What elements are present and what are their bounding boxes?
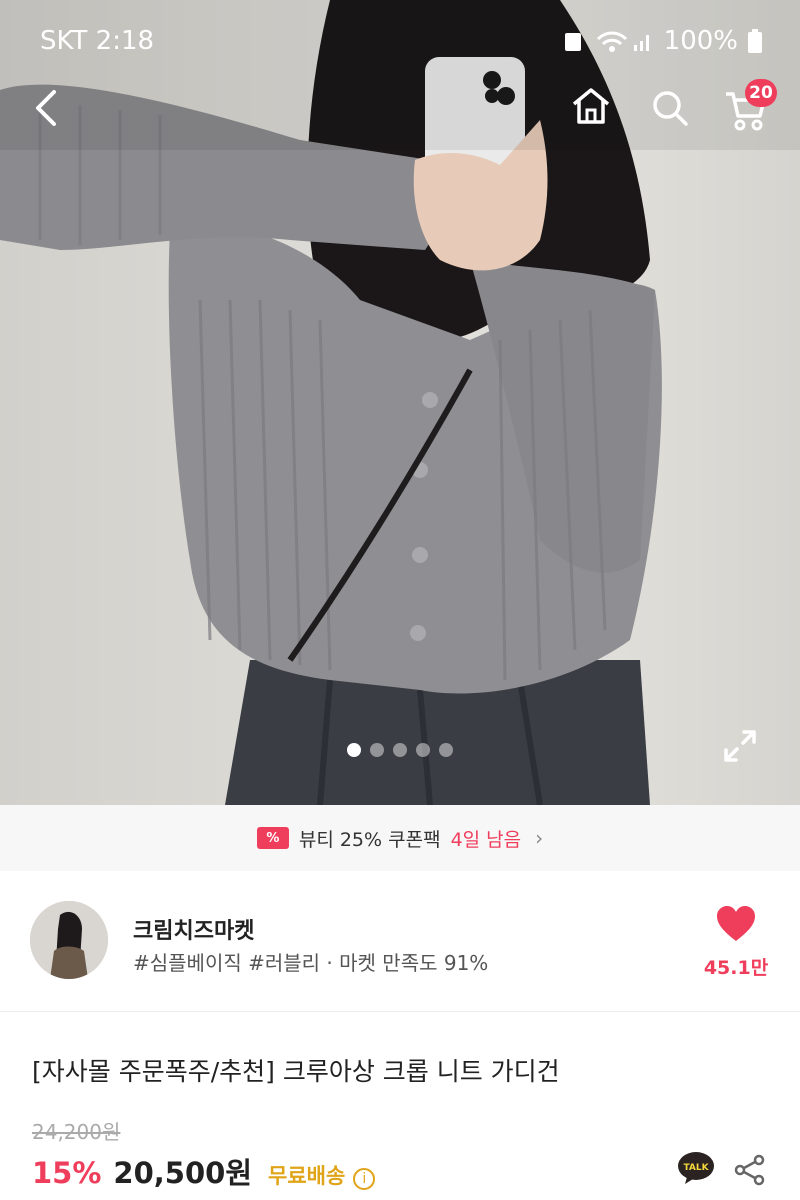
price-line: 15% 20,500원 무료배송 i	[32, 1150, 376, 1192]
search-icon	[653, 91, 688, 126]
search-button[interactable]	[650, 88, 690, 132]
divider	[0, 1011, 800, 1012]
battery-percent: 100%	[663, 26, 738, 56]
info-icon[interactable]: i	[353, 1168, 376, 1190]
cart-count-badge: 20	[745, 79, 777, 107]
chevron-right-icon: ›	[535, 826, 544, 850]
kakaotalk-button[interactable]: TALK	[677, 1151, 715, 1189]
gallery-dot[interactable]	[393, 743, 407, 757]
home-button[interactable]	[570, 86, 612, 130]
status-icons: 100%	[562, 26, 762, 56]
favorite-count: 45.1만	[703, 957, 769, 979]
home-icon	[572, 88, 610, 124]
seller-tags: #심플베이직 #러블리 · 마켓 만족도 91%	[133, 951, 489, 975]
product-title: [자사몰 주문폭주/추천] 크루아상 크롭 니트 가디건	[32, 1057, 560, 1086]
coupon-days-left: 4일 남음	[450, 828, 522, 851]
back-icon	[36, 90, 56, 126]
signal-icon	[596, 31, 649, 52]
gallery-dot[interactable]	[439, 743, 453, 757]
gallery-dot[interactable]	[370, 743, 384, 757]
share-icon	[734, 1154, 765, 1186]
favorite-button[interactable]: 45.1만	[698, 905, 774, 980]
expand-button[interactable]	[722, 728, 758, 768]
gallery-dot[interactable]	[416, 743, 430, 757]
heart-icon	[717, 906, 755, 941]
avatar[interactable]	[30, 901, 108, 979]
shipping-label: 무료배송	[268, 1164, 346, 1188]
seller-avatar-image	[30, 901, 108, 979]
seller-name[interactable]: 크림치즈마켓	[133, 913, 254, 945]
battery-icon	[748, 29, 762, 53]
sale-price: 20,500원	[113, 1156, 253, 1190]
original-price: 24,200원	[32, 1120, 121, 1144]
carrier-time: SKT 2:18	[40, 26, 155, 56]
gallery-dot[interactable]	[347, 743, 361, 757]
back-button[interactable]	[30, 88, 62, 132]
coupon-icon: %	[256, 827, 289, 849]
share-button[interactable]	[734, 1154, 766, 1190]
gallery-pagination[interactable]	[0, 743, 800, 759]
data-icon	[564, 33, 581, 51]
coupon-text: 뷰티 25% 쿠폰팩	[298, 828, 441, 851]
coupon-banner[interactable]: % 뷰티 25% 쿠폰팩 4일 남음 ›	[0, 805, 800, 871]
product-image-gallery[interactable]: SKT 2:18 100% 20	[0, 0, 800, 805]
discount-rate: 15%	[32, 1156, 102, 1190]
status-bar: SKT 2:18 100%	[0, 0, 800, 80]
svg-text:TALK: TALK	[683, 1163, 709, 1173]
kakaotalk-icon: TALK	[678, 1152, 714, 1184]
seller-section[interactable]: 크림치즈마켓 #심플베이직 #러블리 · 마켓 만족도 91% 45.1만	[0, 871, 800, 1011]
expand-icon	[724, 730, 756, 762]
